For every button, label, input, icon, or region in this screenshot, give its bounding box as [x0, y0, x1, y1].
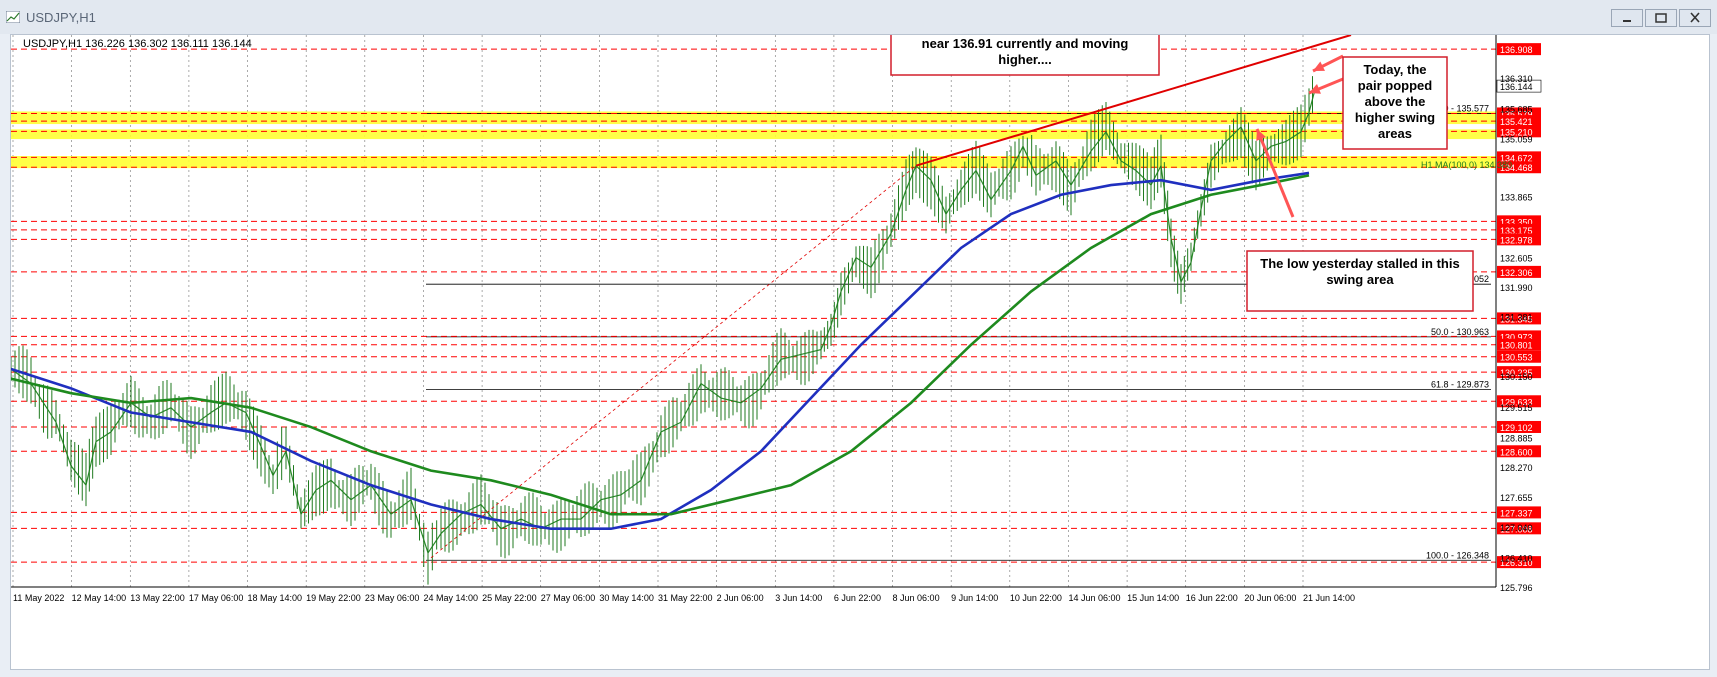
- price-tick-label: 129.515: [1500, 403, 1533, 413]
- level-price-label: 127.337: [1500, 508, 1533, 518]
- chart-window: USDJPY,H1 0.0 - 135.5772 - 132.05250.0 -…: [0, 0, 1717, 677]
- price-tick-label: 132.605: [1500, 253, 1533, 263]
- time-label: 17 May 06:00: [189, 593, 244, 603]
- level-price-label: 130.801: [1500, 341, 1533, 351]
- price-tick-label: 127.655: [1500, 493, 1533, 503]
- time-label: 16 Jun 22:00: [1186, 593, 1238, 603]
- trendline: [430, 165, 917, 559]
- close-button[interactable]: [1679, 9, 1711, 27]
- time-label: 15 Jun 14:00: [1127, 593, 1179, 603]
- time-label: 18 May 14:00: [248, 593, 303, 603]
- annotation-text: higher....: [998, 52, 1051, 67]
- time-label: 27 May 06:00: [541, 593, 596, 603]
- price-tick-label: 128.270: [1500, 463, 1533, 473]
- fibonacci-level-label: 50.0 - 130.963: [1431, 327, 1489, 337]
- symbol-info: USDJPY,H1 136.226 136.302 136.111 136.14…: [23, 38, 252, 50]
- annotation-text: areas: [1378, 126, 1412, 141]
- annotation-text: above the: [1365, 94, 1426, 109]
- price-series: [10, 76, 1317, 585]
- time-axis: 11 May 2022 12 May 14:00 13 May 22:00 17 Ma…: [13, 593, 1355, 603]
- moving-average-line: [10, 171, 1310, 531]
- minimize-icon: [1623, 20, 1631, 22]
- moving-averages: [10, 171, 1310, 531]
- fibonacci-level-label: 100.0 - 126.348: [1426, 550, 1489, 560]
- maximize-icon: [1655, 13, 1667, 23]
- chart-window-icon: [6, 11, 20, 23]
- close-icon: [1690, 12, 1700, 23]
- support-resistance-zones: [11, 111, 1496, 169]
- time-label: 13 May 22:00: [130, 593, 185, 603]
- time-label: 19 May 22:00: [306, 593, 361, 603]
- price-tick-label: 136.310: [1500, 74, 1533, 84]
- price-tick-label: 125.796: [1500, 583, 1533, 593]
- annotation-text: Today, the: [1363, 62, 1426, 77]
- annotation-text: pair popped: [1358, 78, 1432, 93]
- annotation-text: near 136.91 currently and moving: [922, 36, 1129, 51]
- price-tick-label: 133.865: [1500, 192, 1533, 202]
- time-label: 3 Jun 14:00: [775, 593, 822, 603]
- time-label: 12 May 14:00: [72, 593, 127, 603]
- fibonacci-level-label: 61.8 - 129.873: [1431, 380, 1489, 390]
- time-label: 30 May 14:00: [599, 593, 654, 603]
- price-tick-label: 126.410: [1500, 553, 1533, 563]
- window-title: USDJPY,H1: [26, 10, 96, 25]
- time-label: 23 May 06:00: [365, 593, 420, 603]
- level-price-label: 132.306: [1500, 268, 1533, 278]
- time-label: 10 Jun 22:00: [1010, 593, 1062, 603]
- time-label: 20 Jun 06:00: [1244, 593, 1296, 603]
- price-line: [10, 85, 1317, 555]
- time-label: 11 May 2022: [13, 593, 64, 603]
- annotation-text: swing area: [1326, 272, 1394, 287]
- time-label: 24 May 14:00: [423, 593, 478, 603]
- title-bar[interactable]: USDJPY,H1: [0, 0, 1717, 34]
- maximize-button[interactable]: [1645, 9, 1677, 27]
- annotation-text: The low yesterday stalled in this: [1260, 256, 1459, 271]
- price-tick-label: 135.685: [1500, 104, 1533, 114]
- level-price-label: 128.600: [1500, 447, 1533, 457]
- fibonacci-retracement: 0.0 - 135.5772 - 132.05250.0 - 130.96361…: [426, 104, 1491, 561]
- price-tick-label: 130.150: [1500, 372, 1533, 382]
- minimize-button[interactable]: [1611, 9, 1643, 27]
- time-label: 9 Jun 14:00: [951, 593, 998, 603]
- price-tick-label: 127.040: [1500, 523, 1533, 533]
- time-label: 8 Jun 06:00: [893, 593, 940, 603]
- price-tick-label: 131.990: [1500, 283, 1533, 293]
- price-chart[interactable]: 0.0 - 135.5772 - 132.05250.0 - 130.96361…: [10, 5, 1709, 669]
- time-label: 21 Jun 14:00: [1303, 593, 1355, 603]
- price-tick-label: 131.381: [1500, 313, 1533, 323]
- level-price-label: 132.978: [1500, 235, 1533, 245]
- time-label: 6 Jun 22:00: [834, 593, 881, 603]
- price-tick-label: 135.059: [1500, 135, 1533, 145]
- price-tick-label: 128.885: [1500, 433, 1533, 443]
- ma-label: H1 MA(100,0) 134.380: [1421, 160, 1512, 170]
- time-label: 25 May 22:00: [482, 593, 537, 603]
- annotation-text: higher swing: [1355, 110, 1435, 125]
- annotations: The topside trend line cuts acrossnear 1…: [890, 5, 1474, 312]
- time-label: 2 Jun 06:00: [717, 593, 764, 603]
- level-price-label: 129.102: [1500, 423, 1533, 433]
- time-label: 31 May 22:00: [658, 593, 713, 603]
- level-price-label: 136.908: [1500, 45, 1533, 55]
- time-label: 14 Jun 06:00: [1068, 593, 1120, 603]
- level-price-label: 130.553: [1500, 353, 1533, 363]
- chart-area[interactable]: 0.0 - 135.5772 - 132.05250.0 - 130.96361…: [10, 5, 1710, 670]
